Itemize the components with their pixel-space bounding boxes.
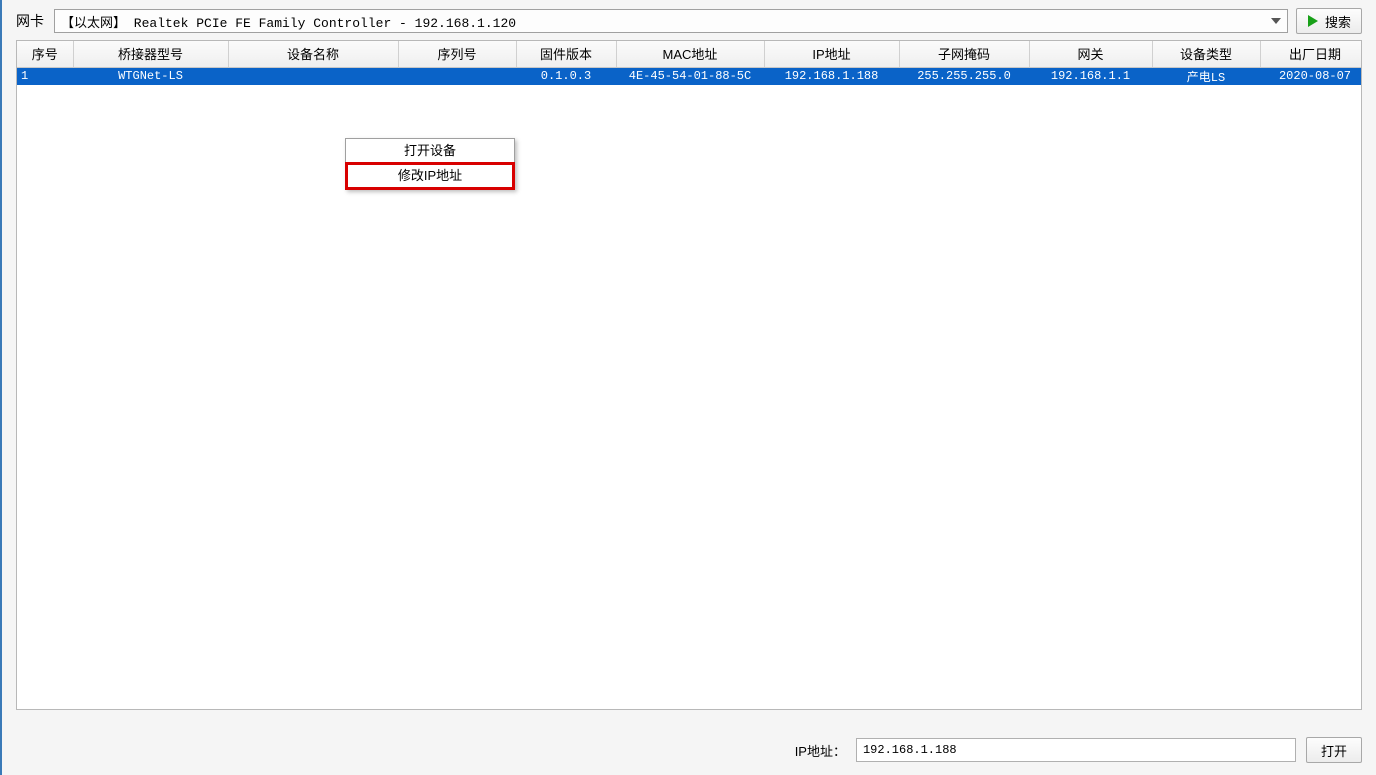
ip-address-label: IP地址： bbox=[795, 741, 846, 760]
search-button[interactable]: 搜索 bbox=[1296, 8, 1362, 34]
cell-mfg-date: 2020-08-07 bbox=[1260, 67, 1362, 85]
context-menu: 打开设备 修改IP地址 bbox=[345, 138, 515, 190]
cell-device-name bbox=[228, 67, 398, 85]
cell-firmware: 0.1.0.3 bbox=[516, 67, 616, 85]
cell-serial bbox=[398, 67, 516, 85]
menu-open-device[interactable]: 打开设备 bbox=[346, 139, 514, 163]
col-mfg-date[interactable]: 出厂日期 bbox=[1260, 41, 1362, 67]
chevron-down-icon bbox=[1269, 14, 1283, 28]
cell-type: 产电LS bbox=[1152, 67, 1260, 85]
nic-dropdown[interactable]: 【以太网】 Realtek PCIe FE Family Controller … bbox=[54, 9, 1288, 33]
cell-mask: 255.255.255.0 bbox=[899, 67, 1029, 85]
top-toolbar: 网卡 【以太网】 Realtek PCIe FE Family Controll… bbox=[2, 0, 1376, 40]
menu-set-ip[interactable]: 修改IP地址 bbox=[345, 162, 515, 190]
col-ip[interactable]: IP地址 bbox=[764, 41, 899, 67]
bottom-bar: IP地址： 打开 bbox=[795, 737, 1362, 763]
nic-label: 网卡 bbox=[16, 11, 46, 31]
col-mac[interactable]: MAC地址 bbox=[616, 41, 764, 67]
col-serial[interactable]: 序列号 bbox=[398, 41, 516, 67]
open-button[interactable]: 打开 bbox=[1306, 737, 1362, 763]
col-device-name[interactable]: 设备名称 bbox=[228, 41, 398, 67]
play-icon bbox=[1307, 15, 1319, 27]
col-type[interactable]: 设备类型 bbox=[1152, 41, 1260, 67]
cell-model: WTGNet-LS bbox=[73, 67, 228, 85]
cell-seq: 1 bbox=[17, 67, 73, 85]
search-button-label: 搜索 bbox=[1325, 12, 1351, 31]
col-gateway[interactable]: 网关 bbox=[1029, 41, 1152, 67]
table-row[interactable]: 1 WTGNet-LS 0.1.0.3 4E-45-54-01-88-5C 19… bbox=[17, 67, 1362, 85]
cell-mac: 4E-45-54-01-88-5C bbox=[616, 67, 764, 85]
cell-gateway: 192.168.1.1 bbox=[1029, 67, 1152, 85]
col-model[interactable]: 桥接器型号 bbox=[73, 41, 228, 67]
nic-dropdown-value: 【以太网】 Realtek PCIe FE Family Controller … bbox=[61, 12, 516, 31]
device-table[interactable]: 序号 桥接器型号 设备名称 序列号 固件版本 MAC地址 IP地址 子网掩码 网… bbox=[17, 41, 1362, 85]
col-firmware[interactable]: 固件版本 bbox=[516, 41, 616, 67]
col-mask[interactable]: 子网掩码 bbox=[899, 41, 1029, 67]
device-table-container: 序号 桥接器型号 设备名称 序列号 固件版本 MAC地址 IP地址 子网掩码 网… bbox=[16, 40, 1362, 710]
cell-ip: 192.168.1.188 bbox=[764, 67, 899, 85]
ip-address-input[interactable] bbox=[856, 738, 1296, 762]
col-seq[interactable]: 序号 bbox=[17, 41, 73, 67]
table-header-row: 序号 桥接器型号 设备名称 序列号 固件版本 MAC地址 IP地址 子网掩码 网… bbox=[17, 41, 1362, 67]
